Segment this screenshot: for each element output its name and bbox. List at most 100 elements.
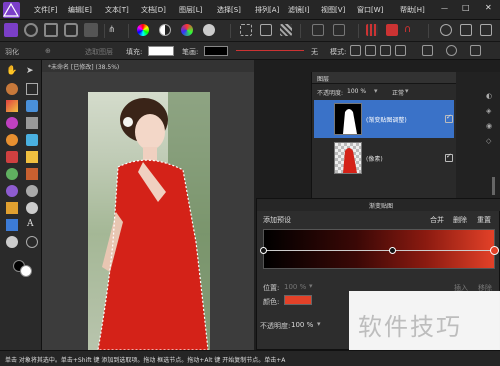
rectangle-tool-icon[interactable] xyxy=(6,219,18,231)
position-value[interactable]: 100 % xyxy=(284,283,306,291)
menu-text[interactable]: 文本[T] xyxy=(105,5,129,15)
crop-tool-icon[interactable] xyxy=(26,83,38,95)
layers-panel-title[interactable]: 图层 xyxy=(317,74,329,83)
fill-tool-icon[interactable] xyxy=(26,100,38,112)
clone-brush-icon[interactable] xyxy=(6,134,18,146)
maximize-button[interactable]: □ xyxy=(462,3,470,12)
zoom-tool-icon[interactable] xyxy=(26,236,38,248)
paint-brush-tool-icon[interactable] xyxy=(6,100,18,112)
layer-visibility-checkbox[interactable] xyxy=(445,113,453,123)
opacity-dropdown-icon[interactable]: ▾ xyxy=(317,320,321,328)
gradient-preview[interactable] xyxy=(263,229,495,269)
export-persona-icon[interactable] xyxy=(84,23,98,37)
layers-scrollbar[interactable] xyxy=(492,177,495,195)
share-icon[interactable]: ⋔ xyxy=(108,25,116,35)
side-panel-icon[interactable]: ◇ xyxy=(486,137,491,145)
menu-edit[interactable]: 编辑[E] xyxy=(68,5,92,15)
snap-toggle-icon[interactable] xyxy=(386,24,398,36)
smudge-brush-icon[interactable] xyxy=(6,185,18,197)
studio-icon[interactable] xyxy=(460,24,472,36)
path-option-icon[interactable] xyxy=(446,45,457,56)
burn-brush-icon[interactable] xyxy=(26,168,38,180)
gradient-stop-start[interactable] xyxy=(260,247,267,254)
mode-option-1[interactable] xyxy=(350,45,361,56)
mode-option-3[interactable] xyxy=(380,45,391,56)
blend-mode-select[interactable]: 正常 xyxy=(392,88,404,97)
layer-visibility-checkbox[interactable] xyxy=(445,152,453,162)
menu-filter[interactable]: 滤镜[I] xyxy=(288,5,310,15)
eyedropper-tool-icon[interactable] xyxy=(6,236,18,248)
selection-brush-icon[interactable] xyxy=(6,117,18,129)
refine-icon[interactable] xyxy=(333,24,345,36)
color-wheel-icon[interactable] xyxy=(137,24,149,36)
pencil-tool-icon[interactable] xyxy=(26,151,38,163)
dodge-brush-icon[interactable] xyxy=(6,168,18,180)
app-logo[interactable] xyxy=(2,2,20,18)
layer-row-pixel[interactable]: (像素) xyxy=(314,139,454,177)
gradient-stop-end[interactable] xyxy=(490,246,499,255)
menu-file[interactable]: 文件[F] xyxy=(34,5,58,15)
menu-view[interactable]: 视图[V] xyxy=(321,5,345,15)
align-option-icon[interactable] xyxy=(470,45,481,56)
add-preset-button[interactable]: 添加预设 xyxy=(263,215,291,225)
minimize-button[interactable]: — xyxy=(441,4,448,12)
menu-document[interactable]: 文档[D] xyxy=(141,5,166,15)
white-balance-icon[interactable] xyxy=(203,24,215,36)
quick-mask-icon[interactable] xyxy=(312,24,324,36)
side-panel-icon[interactable]: ◐ xyxy=(486,92,492,100)
delete-button[interactable]: 删除 xyxy=(453,215,467,225)
gradient-track[interactable] xyxy=(263,250,495,251)
hand-tool-icon[interactable]: ✋ xyxy=(6,66,18,78)
blend-dropdown-icon[interactable]: ▾ xyxy=(405,87,409,95)
pen-tool-icon[interactable] xyxy=(6,202,18,214)
healing-brush-icon[interactable] xyxy=(26,134,38,146)
stop-color-swatch[interactable] xyxy=(284,295,312,305)
opacity-value[interactable]: 100 % xyxy=(347,88,366,95)
blur-brush-icon[interactable] xyxy=(26,185,38,197)
side-panel-icon[interactable]: ◈ xyxy=(486,107,491,115)
mode-option-4[interactable] xyxy=(395,45,406,56)
selection-box-icon[interactable] xyxy=(260,24,272,36)
tone-map-persona-icon[interactable] xyxy=(64,23,78,37)
contrast-icon[interactable] xyxy=(159,24,171,36)
layer-row-gradient-map[interactable]: (渐变贴图调整) xyxy=(314,100,454,138)
text-tool-icon[interactable]: A xyxy=(27,219,39,231)
photo-canvas[interactable] xyxy=(88,92,210,350)
stroke-swatch[interactable] xyxy=(204,46,228,56)
menu-window[interactable]: 窗口[W] xyxy=(357,5,383,15)
magnet-icon[interactable]: ∩ xyxy=(404,24,411,35)
develop-persona-icon[interactable] xyxy=(44,23,58,37)
liquify-persona-icon[interactable] xyxy=(24,23,38,37)
flood-select-icon[interactable] xyxy=(26,117,38,129)
opacity-value[interactable]: 100 % xyxy=(291,321,313,329)
context-option[interactable]: ⊕ xyxy=(45,47,51,55)
move-tool-icon[interactable]: ➤ xyxy=(26,66,38,78)
select-layer-button[interactable]: 选取图层 xyxy=(85,47,113,57)
menu-arrange[interactable]: 排列[A] xyxy=(255,5,279,15)
menu-select[interactable]: 选择[S] xyxy=(217,5,241,15)
document-tab[interactable]: *未命名 [已修改] (38.5%) xyxy=(42,60,254,72)
secondary-color-swatch[interactable] xyxy=(20,265,32,277)
view-tool-icon[interactable] xyxy=(6,83,18,95)
hatch-icon[interactable] xyxy=(280,24,292,36)
close-window-button[interactable]: ✕ xyxy=(485,3,492,12)
merge-button[interactable]: 合并 xyxy=(430,215,444,225)
hsl-icon[interactable] xyxy=(181,24,193,36)
menu-layer[interactable]: 图层[L] xyxy=(179,5,202,15)
marquee-icon[interactable] xyxy=(240,24,252,36)
erase-brush-icon[interactable] xyxy=(6,151,18,163)
settings-icon[interactable] xyxy=(480,24,492,36)
stroke-width-slider[interactable] xyxy=(236,50,304,51)
fill-swatch[interactable] xyxy=(148,46,174,56)
canvas-area[interactable] xyxy=(42,72,254,350)
photo-persona-icon[interactable] xyxy=(4,23,18,37)
transform-option-icon[interactable] xyxy=(422,45,433,56)
mode-option-2[interactable] xyxy=(365,45,376,56)
node-tool-icon[interactable] xyxy=(26,202,38,214)
menu-help[interactable]: 帮助[H] xyxy=(400,5,425,15)
side-panel-icon[interactable]: ◉ xyxy=(486,122,492,130)
grid-snap-icon[interactable] xyxy=(366,24,378,36)
reset-button[interactable]: 重置 xyxy=(477,215,491,225)
gradient-stop-mid[interactable] xyxy=(389,247,396,254)
assistant-icon[interactable] xyxy=(440,24,452,36)
